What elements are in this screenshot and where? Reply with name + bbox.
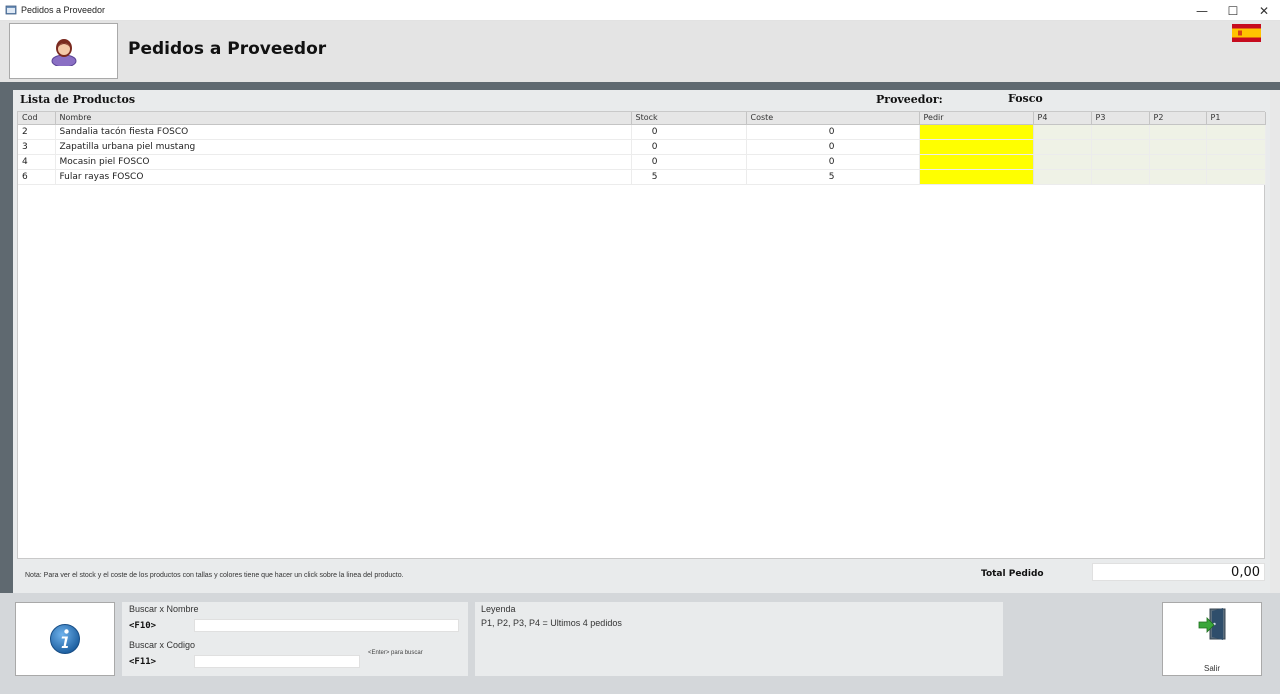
cell-p3: [1091, 124, 1150, 140]
bottom-toolbar: Buscar x Nombre <F10> Buscar x Codigo <F…: [0, 593, 1280, 694]
window-titlebar: Pedidos a Proveedor — ☐ ✕: [0, 0, 1280, 21]
column-header-stock[interactable]: Stock: [631, 112, 747, 125]
cell-pedir-input[interactable]: [919, 169, 1034, 185]
cell-stock: 0: [631, 124, 747, 140]
cell-coste: 5: [746, 169, 920, 185]
avatar: [9, 23, 118, 79]
user-avatar-icon: [51, 39, 76, 66]
cell-p3: [1091, 139, 1150, 155]
cell-p4: [1033, 139, 1092, 155]
cell-nombre: Sandalia tacón fiesta FOSCO: [55, 124, 632, 140]
cell-p3: [1091, 154, 1150, 170]
column-header-p1[interactable]: P1: [1206, 112, 1266, 125]
spain-flag-icon[interactable]: [1232, 24, 1261, 42]
cell-p4: [1033, 154, 1092, 170]
cell-stock: 5: [631, 169, 747, 185]
table-row[interactable]: 6 Fular rayas FOSCO 5 5: [18, 169, 1266, 185]
search-code-input[interactable]: [194, 655, 360, 668]
close-button[interactable]: ✕: [1248, 0, 1280, 21]
search-name-input[interactable]: [194, 619, 459, 632]
cell-nombre: Zapatilla urbana piel mustang: [55, 139, 632, 155]
cell-p2: [1149, 139, 1207, 155]
cell-p1: [1206, 169, 1266, 185]
table-row[interactable]: 3 Zapatilla urbana piel mustang 0 0: [18, 139, 1266, 155]
product-table: Cod Nombre Stock Coste Pedir P4 P3 P2 P1…: [17, 111, 1266, 559]
cell-p2: [1149, 154, 1207, 170]
cell-p1: [1206, 154, 1266, 170]
maximize-button[interactable]: ☐: [1217, 0, 1249, 21]
cell-cod: 3: [18, 139, 56, 155]
cell-cod: 4: [18, 154, 56, 170]
column-header-p3[interactable]: P3: [1091, 112, 1150, 125]
column-header-pedir[interactable]: Pedir: [919, 112, 1034, 125]
minimize-button[interactable]: —: [1186, 0, 1218, 21]
total-label: Total Pedido: [981, 569, 1044, 579]
table-row[interactable]: 2 Sandalia tacón fiesta FOSCO 0 0: [18, 124, 1266, 140]
info-icon: [50, 624, 80, 654]
cell-stock: 0: [631, 154, 747, 170]
cell-pedir-input[interactable]: [919, 139, 1034, 155]
cell-p1: [1206, 124, 1266, 140]
column-header-coste[interactable]: Coste: [746, 112, 920, 125]
legend-title: Leyenda: [481, 604, 516, 614]
exit-button[interactable]: Salir: [1162, 602, 1262, 676]
info-button[interactable]: [15, 602, 115, 676]
cell-cod: 6: [18, 169, 56, 185]
cell-nombre: Fular rayas FOSCO: [55, 169, 632, 185]
search-code-shortcut: <F11>: [129, 657, 157, 667]
cell-stock: 0: [631, 139, 747, 155]
cell-nombre: Mocasin piel FOSCO: [55, 154, 632, 170]
separator-band: [0, 82, 1280, 90]
cell-pedir-input[interactable]: [919, 124, 1034, 140]
table-header-row: Cod Nombre Stock Coste Pedir P4 P3 P2 P1: [18, 112, 1266, 125]
scrollbar-track[interactable]: [1270, 90, 1280, 593]
provider-value: Fosco: [1008, 92, 1043, 105]
product-list-panel: Lista de Productos Proveedor: Fosco Cod …: [13, 90, 1270, 593]
cell-pedir-input[interactable]: [919, 154, 1034, 170]
column-header-p4[interactable]: P4: [1033, 112, 1092, 125]
cell-cod: 2: [18, 124, 56, 140]
legend-text: P1, P2, P3, P4 = Ultimos 4 pedidos: [481, 618, 622, 628]
exit-door-icon: [1198, 608, 1226, 640]
cell-p2: [1149, 124, 1207, 140]
column-header-nombre[interactable]: Nombre: [55, 112, 632, 125]
cell-coste: 0: [746, 139, 920, 155]
search-panel: Buscar x Nombre <F10> Buscar x Codigo <F…: [122, 602, 468, 676]
search-code-label: Buscar x Codigo: [129, 640, 196, 650]
window-title: Pedidos a Proveedor: [21, 5, 106, 15]
search-enter-hint: <Enter> para buscar: [368, 650, 423, 656]
cell-p3: [1091, 169, 1150, 185]
list-title: Lista de Productos: [20, 93, 136, 106]
column-header-cod[interactable]: Cod: [18, 112, 56, 125]
table-row[interactable]: 4 Mocasin piel FOSCO 0 0: [18, 154, 1266, 170]
cell-p2: [1149, 169, 1207, 185]
exit-label: Salir: [1203, 664, 1220, 673]
search-name-shortcut: <F10>: [129, 621, 157, 631]
header: Pedidos a Proveedor: [0, 21, 1280, 82]
page-title: Pedidos a Proveedor: [128, 39, 327, 59]
provider-label: Proveedor:: [876, 93, 943, 106]
cell-p4: [1033, 169, 1092, 185]
legend-panel: Leyenda P1, P2, P3, P4 = Ultimos 4 pedid…: [475, 602, 1003, 676]
left-rail: [0, 90, 13, 593]
app-icon: [5, 5, 17, 15]
cell-coste: 0: [746, 154, 920, 170]
cell-p4: [1033, 124, 1092, 140]
cell-p1: [1206, 139, 1266, 155]
total-value: 0,00: [1092, 563, 1265, 581]
cell-coste: 0: [746, 124, 920, 140]
search-name-label: Buscar x Nombre: [129, 604, 199, 614]
column-header-p2[interactable]: P2: [1149, 112, 1207, 125]
stock-note: Nota: Para ver el stock y el coste de lo…: [25, 572, 404, 579]
